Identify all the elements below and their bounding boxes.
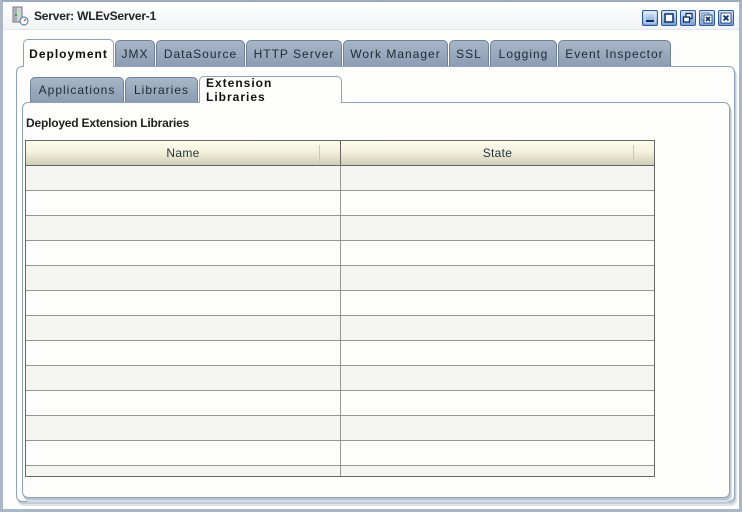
cell-state (341, 441, 654, 465)
column-header-state[interactable]: State (341, 141, 654, 165)
cell-state (341, 341, 654, 365)
maximize-icon (664, 13, 674, 23)
table-row[interactable] (26, 291, 654, 316)
tab-logging[interactable]: Logging (490, 40, 557, 66)
cell-state (341, 216, 654, 240)
table-row[interactable] (26, 266, 654, 291)
table-row[interactable] (26, 191, 654, 216)
cell-name (26, 241, 341, 265)
cell-state (341, 241, 654, 265)
column-header-state-label: State (482, 146, 513, 160)
cell-name (26, 166, 341, 190)
tab-deployment[interactable]: Deployment (23, 39, 114, 67)
cell-state (341, 291, 654, 315)
cell-state (341, 391, 654, 415)
tab-work-manager[interactable]: Work Manager (343, 40, 448, 66)
table-row[interactable] (26, 391, 654, 416)
window-controls (642, 10, 734, 26)
tab-http-server[interactable]: HTTP Server (246, 40, 342, 66)
column-header-name-label: Name (166, 146, 200, 160)
server-window: Server: WLEvServer-1 Deployment JMX Data… (0, 0, 742, 512)
close-panel-icon (701, 12, 713, 24)
maximize-button[interactable] (661, 10, 677, 26)
cell-name (26, 291, 341, 315)
cell-name (26, 441, 341, 465)
deployment-subtabs: Applications Libraries Extension Librari… (30, 76, 343, 104)
restore-icon (682, 12, 693, 23)
cell-state (341, 466, 654, 476)
tab-libraries[interactable]: Libraries (125, 77, 198, 102)
cell-name (26, 366, 341, 390)
table-row[interactable] (26, 441, 654, 466)
close-panel-button[interactable] (699, 10, 715, 26)
table-header: Name State (26, 141, 654, 166)
minimize-icon (644, 12, 656, 24)
column-resize-grip[interactable] (633, 145, 634, 162)
cell-name (26, 341, 341, 365)
cell-name (26, 416, 341, 440)
cell-state (341, 366, 654, 390)
minimize-button[interactable] (642, 10, 658, 26)
table-row[interactable] (26, 341, 654, 366)
close-button[interactable] (718, 10, 734, 26)
tab-event-inspector[interactable]: Event Inspector (558, 40, 671, 66)
cell-state (341, 266, 654, 290)
server-tabs: Deployment JMX DataSource HTTP Server Wo… (23, 39, 672, 67)
tab-applications[interactable]: Applications (30, 77, 124, 102)
cell-state (341, 166, 654, 190)
table-row[interactable] (26, 216, 654, 241)
cell-state (341, 416, 654, 440)
table-row[interactable] (26, 366, 654, 391)
tab-extension-libraries[interactable]: Extension Libraries (199, 76, 342, 104)
cell-name (26, 391, 341, 415)
column-header-name[interactable]: Name (26, 141, 341, 165)
restore-button[interactable] (680, 10, 696, 26)
table-row[interactable] (26, 166, 654, 191)
title-bar[interactable]: Server: WLEvServer-1 (3, 2, 739, 30)
cell-state (341, 191, 654, 215)
column-resize-grip[interactable] (319, 145, 320, 162)
tab-jmx[interactable]: JMX (115, 40, 155, 66)
server-icon (11, 6, 29, 26)
table-row[interactable] (26, 316, 654, 341)
table-row[interactable] (26, 416, 654, 441)
cell-state (341, 316, 654, 340)
cell-name (26, 316, 341, 340)
tab-ssl[interactable]: SSL (449, 40, 489, 66)
window-title: Server: WLEvServer-1 (34, 9, 157, 23)
table-row[interactable] (26, 241, 654, 266)
table-row[interactable] (26, 466, 654, 476)
cell-name (26, 466, 341, 476)
table-body (26, 166, 654, 476)
extension-libraries-table: Name State (25, 140, 655, 477)
tab-datasource[interactable]: DataSource (156, 40, 245, 66)
cell-name (26, 216, 341, 240)
section-title: Deployed Extension Libraries (26, 116, 190, 130)
cell-name (26, 266, 341, 290)
cell-name (26, 191, 341, 215)
close-icon (720, 12, 732, 24)
